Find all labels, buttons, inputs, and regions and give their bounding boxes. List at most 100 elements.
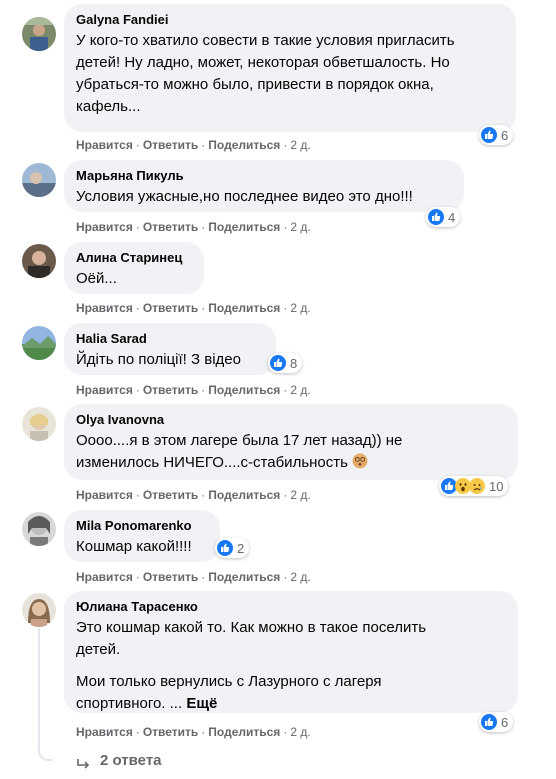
- like-link[interactable]: Нравится: [76, 383, 133, 397]
- comment-line: Йдіть по поліції! З відео: [76, 351, 241, 368]
- reaction-count-value: 8: [290, 355, 298, 371]
- share-link[interactable]: Поделиться: [208, 138, 280, 152]
- reply-arrow-icon: [77, 758, 90, 769]
- separator: ·: [283, 301, 288, 315]
- avatar[interactable]: [22, 326, 56, 360]
- comment-line: спортивного. ... Ещё: [76, 693, 506, 715]
- comment-line: Оооо....я в этом лагере была 17 лет наза…: [76, 432, 403, 449]
- separator: ·: [135, 488, 140, 502]
- separator: ·: [201, 138, 206, 152]
- reaction-count[interactable]: 4: [426, 207, 461, 227]
- like-icon: [217, 540, 233, 556]
- share-link[interactable]: Поделиться: [208, 383, 280, 397]
- comment-text: Условия ужасные,но последнее видео это д…: [76, 186, 452, 208]
- timestamp[interactable]: 2 д.: [290, 138, 310, 152]
- separator: ·: [201, 725, 206, 739]
- reply-thread-line: [38, 628, 52, 761]
- timestamp[interactable]: 2 д.: [290, 220, 310, 234]
- avatar[interactable]: [22, 407, 56, 441]
- separator: ·: [283, 138, 288, 152]
- reply-link[interactable]: Ответить: [143, 138, 198, 152]
- comment-line: убраться-то можно было, привести в поряд…: [76, 76, 434, 93]
- avatar[interactable]: [22, 17, 56, 51]
- like-icon: [481, 127, 497, 143]
- comment-line-text: изменилось НИЧЕГО....с-стабильность: [76, 454, 348, 471]
- like-link[interactable]: Нравится: [76, 488, 133, 502]
- reaction-count[interactable]: 6: [479, 125, 514, 145]
- comment-paragraph: Это кошмар какой то. Как можно в такое п…: [76, 617, 506, 661]
- comment-line: Кошмар какой!!!!: [76, 538, 192, 555]
- avatar[interactable]: [22, 163, 56, 197]
- separator: ·: [283, 488, 288, 502]
- comment-author[interactable]: Olya Ivanovna: [76, 412, 506, 428]
- comment-author[interactable]: Halia Sarad: [76, 331, 264, 347]
- like-link[interactable]: Нравится: [76, 220, 133, 234]
- avatar[interactable]: [22, 244, 56, 278]
- share-link[interactable]: Поделиться: [208, 725, 280, 739]
- share-link[interactable]: Поделиться: [208, 570, 280, 584]
- comment-text: Оёй...: [76, 268, 192, 290]
- like-icon: [481, 714, 497, 730]
- view-replies-link[interactable]: 2 ответа: [76, 752, 162, 769]
- separator: ·: [201, 488, 206, 502]
- reply-link[interactable]: Ответить: [143, 301, 198, 315]
- comment-actions: Нравится · Ответить · Поделиться · 2 д.: [76, 301, 311, 315]
- comment-actions: Нравится · Ответить · Поделиться · 2 д.: [76, 220, 311, 234]
- comment-author[interactable]: Galyna Fandiei: [76, 12, 504, 28]
- timestamp[interactable]: 2 д.: [290, 383, 310, 397]
- comments-list: Galyna Fandiei У кого-то хватило совести…: [0, 0, 556, 779]
- comment-line: У кого-то хватило совести в такие услови…: [76, 32, 455, 49]
- share-link[interactable]: Поделиться: [208, 301, 280, 315]
- like-link[interactable]: Нравится: [76, 301, 133, 315]
- comment-actions: Нравится · Ответить · Поделиться · 2 д.: [76, 138, 311, 152]
- timestamp[interactable]: 2 д.: [290, 570, 310, 584]
- comment-text: У кого-то хватило совести в такие услови…: [76, 30, 504, 118]
- separator: ·: [283, 220, 288, 234]
- comment-line: Условия ужасные,но последнее видео это д…: [76, 188, 413, 205]
- comment-paragraph: Мои только вернулись с Лазурного с лагер…: [76, 671, 506, 715]
- timestamp[interactable]: 2 д.: [290, 488, 310, 502]
- reaction-count[interactable]: 6: [479, 712, 514, 732]
- like-link[interactable]: Нравится: [76, 725, 133, 739]
- like-link[interactable]: Нравится: [76, 570, 133, 584]
- comment-author[interactable]: Марьяна Пикуль: [76, 168, 452, 184]
- comment-bubble: Olya Ivanovna Оооо....я в этом лагере бы…: [64, 404, 518, 480]
- separator: ·: [283, 383, 288, 397]
- comment-bubble: Halia Sarad Йдіть по поліції! З відео: [64, 323, 276, 375]
- separator: ·: [135, 725, 140, 739]
- reaction-count[interactable]: 2: [215, 538, 250, 558]
- timestamp[interactable]: 2 д.: [290, 301, 310, 315]
- separator: ·: [201, 383, 206, 397]
- comment-author[interactable]: Алина Старинец: [76, 250, 192, 266]
- comment-bubble: Алина Старинец Оёй...: [64, 242, 204, 294]
- comment-line: Оёй...: [76, 270, 117, 287]
- reply-link[interactable]: Ответить: [143, 220, 198, 234]
- reaction-count-value: 10: [489, 478, 504, 494]
- like-icon: [270, 355, 286, 371]
- comment-actions: Нравится · Ответить · Поделиться · 2 д.: [76, 570, 311, 584]
- comment-author[interactable]: Юлиана Тарасенко: [76, 599, 506, 615]
- reply-link[interactable]: Ответить: [143, 570, 198, 584]
- see-more-link[interactable]: Ещё: [186, 695, 217, 712]
- separator: ·: [135, 383, 140, 397]
- comment-bubble: Galyna Fandiei У кого-то хватило совести…: [64, 4, 516, 132]
- separator: ·: [201, 570, 206, 584]
- comment-bubble: Марьяна Пикуль Условия ужасные,но послед…: [64, 160, 464, 212]
- reaction-count[interactable]: 10: [439, 476, 509, 496]
- comment-line: Это кошмар какой то. Как можно в такое п…: [76, 619, 427, 636]
- like-link[interactable]: Нравится: [76, 138, 133, 152]
- avatar[interactable]: [22, 512, 56, 546]
- share-link[interactable]: Поделиться: [208, 488, 280, 502]
- share-link[interactable]: Поделиться: [208, 220, 280, 234]
- reaction-count[interactable]: 8: [268, 353, 303, 373]
- comment-author[interactable]: Mila Ponomarenko: [76, 518, 208, 534]
- comment-bubble: Mila Ponomarenko Кошмар какой!!!!: [64, 510, 220, 562]
- reply-link[interactable]: Ответить: [143, 383, 198, 397]
- avatar[interactable]: [22, 593, 56, 627]
- reply-link[interactable]: Ответить: [143, 488, 198, 502]
- reaction-count-value: 6: [501, 714, 509, 730]
- comment-text: Кошмар какой!!!!: [76, 536, 208, 558]
- reply-link[interactable]: Ответить: [143, 725, 198, 739]
- comment-text: Оооо....я в этом лагере была 17 лет наза…: [76, 430, 506, 474]
- timestamp[interactable]: 2 д.: [290, 725, 310, 739]
